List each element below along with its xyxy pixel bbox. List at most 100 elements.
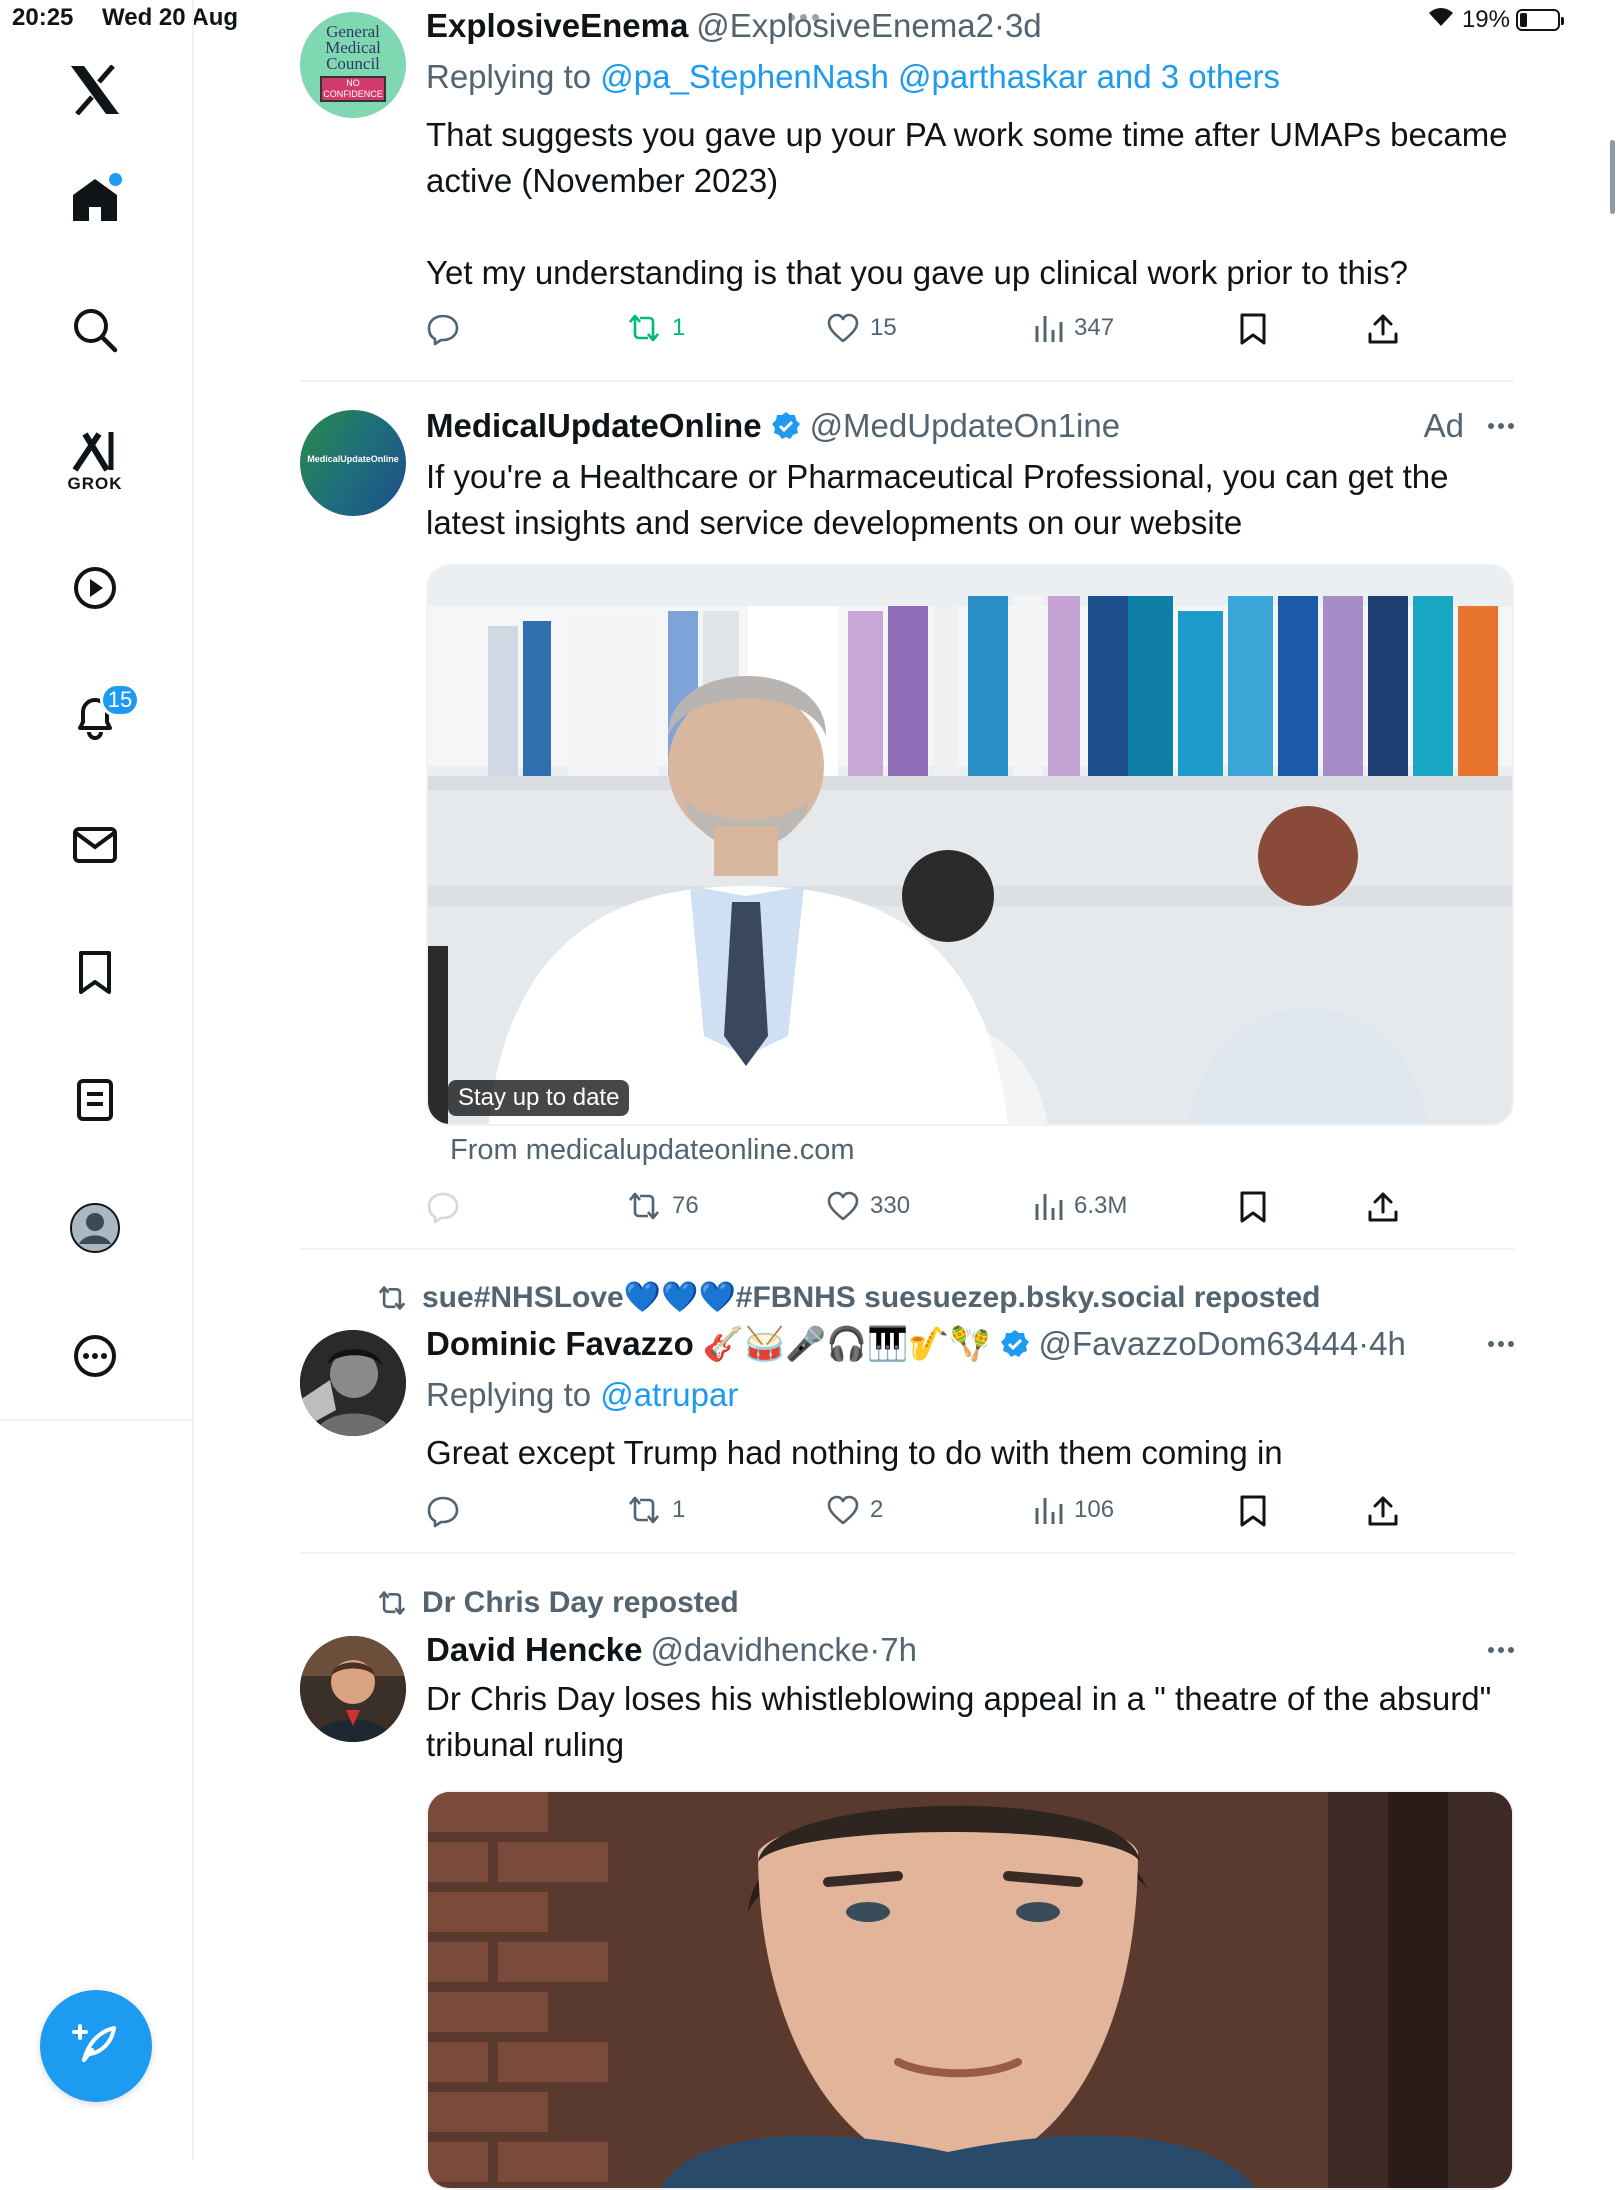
grok-icon[interactable]: GROK bbox=[60, 422, 130, 502]
author-handle[interactable]: @FavazzoDom63444 bbox=[1039, 1322, 1359, 1366]
battery-icon bbox=[1516, 8, 1564, 31]
profile-icon[interactable] bbox=[60, 1193, 130, 1263]
avatar[interactable] bbox=[300, 1330, 406, 1436]
author-name[interactable]: David Hencke bbox=[426, 1628, 642, 1672]
repost-count: 1 bbox=[672, 1496, 686, 1523]
share-button[interactable] bbox=[1366, 1494, 1400, 1528]
tweet-ad-medicalupdateonline[interactable]: MedicalUpdateOnline MedicalUpdateOnline … bbox=[300, 382, 1514, 1248]
more-options-icon[interactable] bbox=[1488, 1647, 1514, 1653]
reply-icon bbox=[427, 1192, 459, 1224]
like-icon bbox=[827, 313, 859, 343]
like-button[interactable]: 2 bbox=[826, 1494, 883, 1526]
author-handle[interactable]: @MedUpdateOn1ine bbox=[810, 404, 1121, 448]
share-icon bbox=[1368, 1192, 1398, 1222]
bookmark-icon[interactable] bbox=[60, 938, 130, 1008]
avatar[interactable]: General Medical Council NO CONFIDENCE bbox=[300, 12, 406, 118]
tweet-content: MedicalUpdateOnline @MedUpdateOn1ine Ad … bbox=[426, 404, 1514, 546]
tweet-text: That suggests you gave up your PA work s… bbox=[426, 116, 1508, 199]
reply-button[interactable] bbox=[426, 1190, 460, 1224]
avatar-stamp: NO CONFIDENCE bbox=[320, 76, 386, 102]
lists-icon[interactable] bbox=[60, 1065, 130, 1135]
tweet-explosiveenema[interactable]: General Medical Council NO CONFIDENCE Ex… bbox=[300, 0, 1514, 380]
replying-prefix: Replying to bbox=[426, 1376, 592, 1413]
reposted-by-label: Dr Chris Day reposted bbox=[422, 1586, 739, 1619]
author-name[interactable]: ExplosiveEnema bbox=[426, 4, 688, 48]
video-icon[interactable] bbox=[60, 553, 130, 623]
bookmark-button[interactable] bbox=[1238, 1494, 1268, 1528]
repost-button[interactable]: 1 bbox=[626, 1494, 685, 1526]
timestamp[interactable]: 4h bbox=[1369, 1322, 1406, 1366]
tweet-dominic-favazzo[interactable]: sue#NHSLove💙💙💙#FBNHS suesuezep.bsky.soci… bbox=[300, 1250, 1514, 1552]
bookmark-button[interactable] bbox=[1238, 312, 1268, 346]
notification-count-badge: 15 bbox=[100, 683, 140, 717]
repost-button[interactable]: 76 bbox=[626, 1190, 699, 1222]
author-name[interactable]: MedicalUpdateOnline bbox=[426, 404, 762, 448]
like-button[interactable]: 15 bbox=[826, 312, 897, 344]
grok-label: GROK bbox=[67, 474, 123, 493]
views-button[interactable]: 6.3M bbox=[1034, 1190, 1127, 1222]
reply-icon bbox=[427, 1496, 459, 1528]
like-icon bbox=[827, 1495, 859, 1525]
tweet-actions: 1 15 347 bbox=[426, 312, 1514, 356]
timestamp[interactable]: 7h bbox=[880, 1628, 917, 1672]
like-count: 2 bbox=[870, 1496, 884, 1523]
avatar-text: MedicalUpdateOnline bbox=[307, 454, 399, 464]
tweet-content: Dominic Favazzo 🎸🥁🎤🎧🎹🎷🪇 @FavazzoDom63444… bbox=[426, 1322, 1514, 1476]
reposted-by[interactable]: Dr Chris Day reposted bbox=[376, 1586, 739, 1620]
bookmark-button[interactable] bbox=[1238, 1190, 1268, 1224]
share-icon bbox=[1368, 1496, 1398, 1526]
tweet-content: David Hencke @davidhencke · 7h Dr Chris … bbox=[426, 1628, 1514, 1768]
mail-icon[interactable] bbox=[60, 810, 130, 880]
share-button[interactable] bbox=[1366, 1190, 1400, 1224]
home-icon[interactable] bbox=[60, 165, 130, 235]
avatar[interactable]: MedicalUpdateOnline bbox=[300, 410, 406, 516]
more-icon[interactable] bbox=[60, 1321, 130, 1391]
author-name[interactable]: Dominic Favazzo 🎸🥁🎤🎧🎹🎷🪇 bbox=[426, 1322, 991, 1366]
tweet-text: Dr Chris Day loses his whistleblowing ap… bbox=[426, 1680, 1492, 1763]
view-count: 6.3M bbox=[1074, 1192, 1128, 1219]
replying-mentions[interactable]: @pa_StephenNash @parthaskar and 3 others bbox=[600, 58, 1280, 95]
repost-icon bbox=[378, 1285, 406, 1310]
repost-icon bbox=[629, 1192, 659, 1220]
reply-icon bbox=[427, 314, 459, 346]
tweet-david-hencke[interactable]: Dr Chris Day reposted David Hencke @davi… bbox=[300, 1554, 1514, 2190]
view-count: 106 bbox=[1074, 1496, 1115, 1523]
image-caption: Stay up to date bbox=[448, 1080, 630, 1116]
repost-button[interactable]: 1 bbox=[626, 312, 685, 344]
scrollbar[interactable] bbox=[1610, 140, 1615, 214]
like-button[interactable]: 330 bbox=[826, 1190, 910, 1222]
views-button[interactable]: 347 bbox=[1034, 312, 1114, 344]
repost-icon bbox=[378, 1591, 406, 1615]
sidebar-divider bbox=[0, 1419, 192, 1421]
repost-count: 1 bbox=[672, 314, 686, 341]
verified-icon bbox=[770, 410, 802, 442]
share-icon bbox=[1368, 314, 1398, 344]
x-logo-icon[interactable] bbox=[60, 55, 130, 125]
separator: · bbox=[869, 1631, 881, 1668]
search-icon[interactable] bbox=[60, 295, 130, 365]
share-button[interactable] bbox=[1366, 312, 1400, 346]
views-button[interactable]: 106 bbox=[1034, 1494, 1114, 1526]
views-icon bbox=[1035, 316, 1063, 342]
timestamp[interactable]: 3d bbox=[1005, 4, 1042, 48]
compose-button[interactable] bbox=[40, 1990, 152, 2102]
sidebar: GROK 15 bbox=[0, 0, 194, 2160]
ad-source-link[interactable]: From medicalupdateonline.com bbox=[450, 1134, 855, 1167]
reply-button[interactable] bbox=[426, 312, 460, 346]
ad-image[interactable]: Stay up to date bbox=[426, 564, 1514, 1126]
author-handle[interactable]: @ExplosiveEnema2 bbox=[696, 4, 994, 48]
author-handle[interactable]: @davidhencke bbox=[650, 1628, 869, 1672]
tweet-content: ExplosiveEnema @ExplosiveEnema2 · 3d Rep… bbox=[426, 4, 1514, 296]
replying-mentions[interactable]: @atrupar bbox=[600, 1376, 738, 1413]
home-unread-dot bbox=[109, 173, 122, 186]
like-icon bbox=[827, 1191, 859, 1221]
reply-button[interactable] bbox=[426, 1494, 460, 1528]
more-options-icon[interactable] bbox=[1488, 423, 1514, 429]
bookmark-icon bbox=[1240, 1495, 1266, 1527]
views-icon bbox=[1035, 1498, 1063, 1524]
article-image[interactable] bbox=[426, 1790, 1514, 2190]
avatar[interactable] bbox=[300, 1636, 406, 1742]
more-options-icon[interactable] bbox=[1488, 1341, 1514, 1347]
ad-label: Ad bbox=[1423, 407, 1464, 444]
reposted-by[interactable]: sue#NHSLove💙💙💙#FBNHS suesuezep.bsky.soci… bbox=[376, 1280, 1320, 1315]
